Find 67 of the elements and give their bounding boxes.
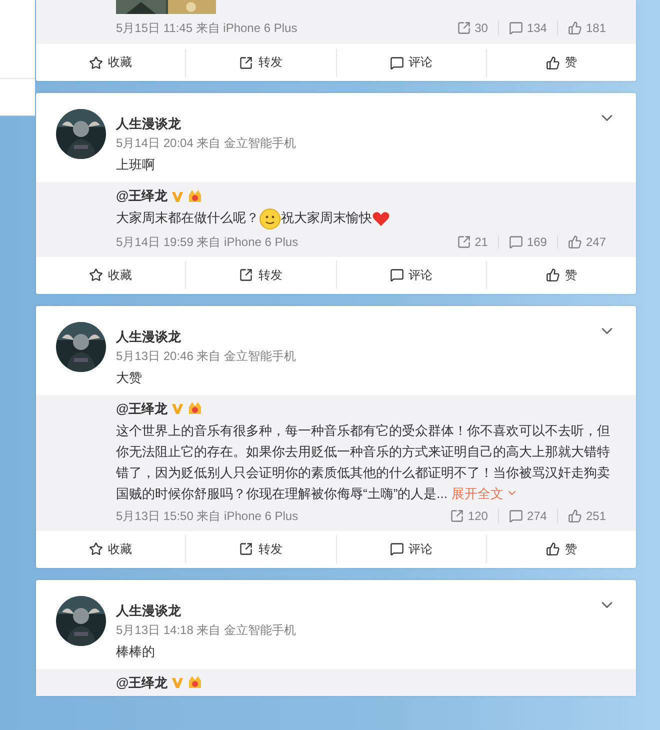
repost-author[interactable]: @王绎龙: [116, 185, 168, 207]
share-count[interactable]: 30: [446, 20, 498, 34]
star-icon: [89, 268, 104, 282]
like-count[interactable]: 181: [556, 20, 616, 34]
like-count[interactable]: 251: [556, 508, 616, 523]
author-name[interactable]: 人生漫谈龙: [116, 600, 296, 621]
badge-icon: [186, 188, 203, 204]
comment-button[interactable]: 评论: [336, 48, 486, 76]
repost-button[interactable]: 转发: [185, 535, 336, 564]
post-meta: 5月14日 20:04 来自 金立智能手机: [116, 135, 296, 152]
share-count[interactable]: 120: [440, 508, 498, 523]
favorite-button[interactable]: 收藏: [36, 261, 186, 290]
post-text: 棒棒的: [116, 642, 156, 661]
verified-icon: [170, 402, 184, 416]
post-meta: 5月13日 20:46 来自 金立智能手机: [116, 348, 296, 365]
verified-icon: [170, 190, 184, 202]
comment-button[interactable]: 评论: [336, 535, 486, 564]
repost-button[interactable]: 转发: [185, 261, 336, 290]
comment-icon: [508, 234, 523, 249]
badge-icon: [186, 401, 203, 416]
like-icon: [546, 542, 560, 556]
comment-icon: [508, 20, 523, 34]
like-icon: [568, 20, 582, 34]
favorite-button[interactable]: 收藏: [36, 535, 186, 564]
repost-button[interactable]: 转发: [185, 48, 336, 76]
repost-meta: 5月13日 15:50 来自 iPhone 6 Plus: [116, 508, 298, 525]
post-text: 大赞: [116, 368, 143, 387]
star-icon: [89, 542, 104, 556]
like-count[interactable]: 247: [556, 234, 616, 249]
share-icon: [456, 234, 471, 249]
author-name[interactable]: 人生漫谈龙: [116, 326, 296, 347]
repost-text: 大家周末都在做什么呢？ 祝大家周末愉快: [116, 207, 616, 230]
post-meta: 5月13日 14:18 来自 金立智能手机: [116, 622, 296, 639]
like-button[interactable]: 赞: [486, 261, 636, 290]
comment-icon: [390, 542, 404, 556]
comment-icon: [508, 508, 523, 523]
like-button[interactable]: 赞: [486, 535, 636, 564]
like-icon: [568, 234, 582, 249]
repost-text: 这个世界上的音乐有很多种，每一种音乐都有它的受众群体！你不喜欢可以不去听，但你无法阻止它的存在。如果你去用贬低一种音乐的方式来证明自己的高大上那就大错特错了，因为贬低别人只会证明你的素质低其他的什么都证明不了！当你被骂汉奸走狗卖国贼的时候你舒服吗？你现在理解被你侮辱“土嗨”的人是... 展开全文: [116, 420, 616, 504]
comment-count[interactable]: 169: [498, 234, 557, 249]
like-button[interactable]: 赞: [486, 48, 636, 76]
repost-author[interactable]: @王绎龙: [116, 398, 168, 420]
repost-meta: 5月14日 19:59 来自 iPhone 6 Plus: [116, 234, 298, 251]
verified-icon: [170, 676, 184, 690]
share-icon: [239, 542, 254, 556]
author-name[interactable]: 人生漫谈龙: [116, 114, 296, 134]
post-text: 上班啊: [116, 156, 156, 174]
like-icon: [546, 268, 560, 282]
like-icon: [568, 508, 582, 523]
share-icon: [239, 268, 254, 282]
smiley-icon: [259, 208, 281, 230]
badge-icon: [186, 675, 203, 690]
share-icon: [239, 56, 254, 70]
repost-meta: 5月15日 11:45 来自 iPhone 6 Plus: [116, 20, 298, 36]
like-icon: [546, 56, 560, 70]
comment-count[interactable]: 274: [498, 508, 557, 523]
comment-count[interactable]: 134: [498, 20, 557, 34]
favorite-button[interactable]: 收藏: [36, 48, 186, 76]
share-icon: [450, 508, 464, 523]
comment-icon: [390, 56, 404, 70]
star-icon: [89, 56, 104, 70]
heart-icon: [372, 210, 390, 227]
comment-icon: [390, 268, 404, 282]
repost-author[interactable]: @王绎龙: [116, 672, 168, 694]
share-count[interactable]: 21: [446, 234, 498, 249]
share-icon: [456, 20, 471, 34]
comment-button[interactable]: 评论: [336, 261, 486, 290]
